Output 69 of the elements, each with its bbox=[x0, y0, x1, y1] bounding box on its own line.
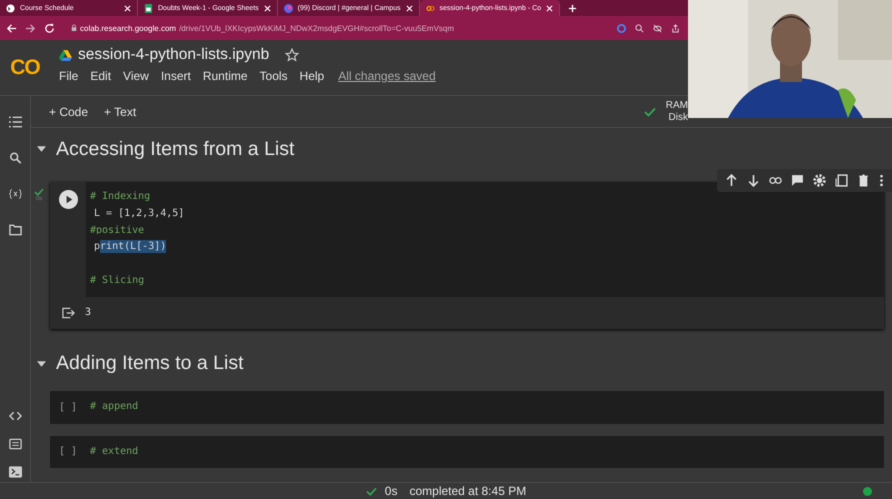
comment-icon[interactable] bbox=[791, 174, 804, 187]
reload-icon[interactable] bbox=[44, 22, 55, 34]
drive-icon[interactable] bbox=[59, 50, 72, 60]
code-line: # append bbox=[90, 400, 138, 412]
eye-slash-icon[interactable] bbox=[653, 24, 662, 32]
move-down-icon[interactable] bbox=[747, 174, 760, 187]
add-cell-button[interactable]: + Text bbox=[98, 102, 142, 122]
code-line: # Indexing bbox=[90, 191, 150, 202]
run-prompt[interactable]: [ ] bbox=[58, 446, 78, 458]
mirror-cell-icon[interactable] bbox=[835, 174, 848, 187]
menu-item[interactable]: Help bbox=[300, 69, 324, 83]
code-cell[interactable]: # Indexing L = [1,2,3,4,5] #positive print(L[-3]) # Slicing 3 bbox=[50, 182, 884, 329]
sheet-icon bbox=[144, 4, 153, 12]
back-icon[interactable] bbox=[6, 22, 17, 34]
zoom-icon[interactable] bbox=[635, 24, 644, 32]
menu-item[interactable]: Insert bbox=[160, 69, 191, 83]
add-cell-button[interactable]: + Code bbox=[43, 102, 94, 122]
close-icon[interactable] bbox=[124, 4, 131, 12]
close-icon[interactable] bbox=[546, 4, 554, 12]
terminal-icon[interactable] bbox=[8, 466, 22, 478]
section-heading: Accessing Items from a List bbox=[56, 138, 294, 160]
lock-icon bbox=[71, 24, 77, 32]
notebook-title[interactable]: session-4-python-lists.ipynb bbox=[78, 46, 270, 64]
check-icon bbox=[644, 106, 656, 116]
folder-icon[interactable] bbox=[8, 224, 22, 236]
connected-dot-icon bbox=[863, 486, 872, 496]
cell-output: 3 bbox=[85, 307, 92, 318]
menu-item[interactable]: Edit bbox=[90, 69, 112, 83]
code-line: # Slicing bbox=[90, 274, 144, 286]
status-message: completed at 8:45 PM bbox=[409, 484, 526, 498]
link-icon[interactable] bbox=[769, 174, 782, 187]
rings-icon bbox=[426, 4, 435, 12]
code-icon[interactable] bbox=[8, 410, 22, 422]
section-heading: Adding Items to a List bbox=[56, 352, 244, 376]
settings-icon[interactable] bbox=[813, 174, 826, 187]
share-icon[interactable] bbox=[671, 24, 680, 32]
output-icon[interactable] bbox=[62, 306, 75, 319]
star-icon[interactable] bbox=[285, 48, 300, 62]
move-up-icon[interactable] bbox=[725, 174, 738, 187]
save-status-link[interactable]: All changes saved bbox=[338, 69, 436, 83]
execution-time: 0s bbox=[384, 484, 398, 498]
delete-icon[interactable] bbox=[857, 174, 870, 187]
collapse-caret-icon[interactable] bbox=[37, 360, 46, 367]
code-line: #positive bbox=[90, 224, 144, 236]
menu-item[interactable]: File bbox=[59, 69, 78, 83]
new-tab-icon[interactable] bbox=[568, 4, 578, 12]
menu-item[interactable]: View bbox=[123, 69, 149, 83]
menu-item[interactable]: Tools bbox=[260, 69, 288, 83]
colab-logo[interactable]: CO bbox=[0, 40, 50, 95]
close-icon[interactable] bbox=[406, 4, 413, 12]
run-button[interactable] bbox=[58, 190, 78, 209]
globe-icon bbox=[6, 4, 15, 12]
check-icon bbox=[34, 188, 44, 196]
list-icon[interactable] bbox=[8, 116, 22, 128]
more-icon[interactable] bbox=[879, 174, 884, 187]
check-icon bbox=[366, 486, 377, 496]
forward-icon[interactable] bbox=[25, 22, 36, 34]
search-icon[interactable] bbox=[8, 152, 22, 164]
collapse-caret-icon[interactable] bbox=[37, 146, 46, 152]
avatar-icon bbox=[284, 4, 293, 12]
variables-icon[interactable] bbox=[8, 188, 22, 200]
resource-label[interactable]: Disk bbox=[668, 112, 688, 124]
code-line: # extend bbox=[90, 446, 138, 457]
resource-label[interactable]: RAM bbox=[666, 100, 688, 112]
menu-item[interactable]: Runtime bbox=[202, 69, 248, 83]
form-icon[interactable] bbox=[8, 438, 22, 450]
close-icon[interactable] bbox=[264, 4, 271, 12]
google-icon[interactable] bbox=[617, 24, 626, 32]
run-prompt[interactable]: [ ] bbox=[58, 402, 78, 413]
